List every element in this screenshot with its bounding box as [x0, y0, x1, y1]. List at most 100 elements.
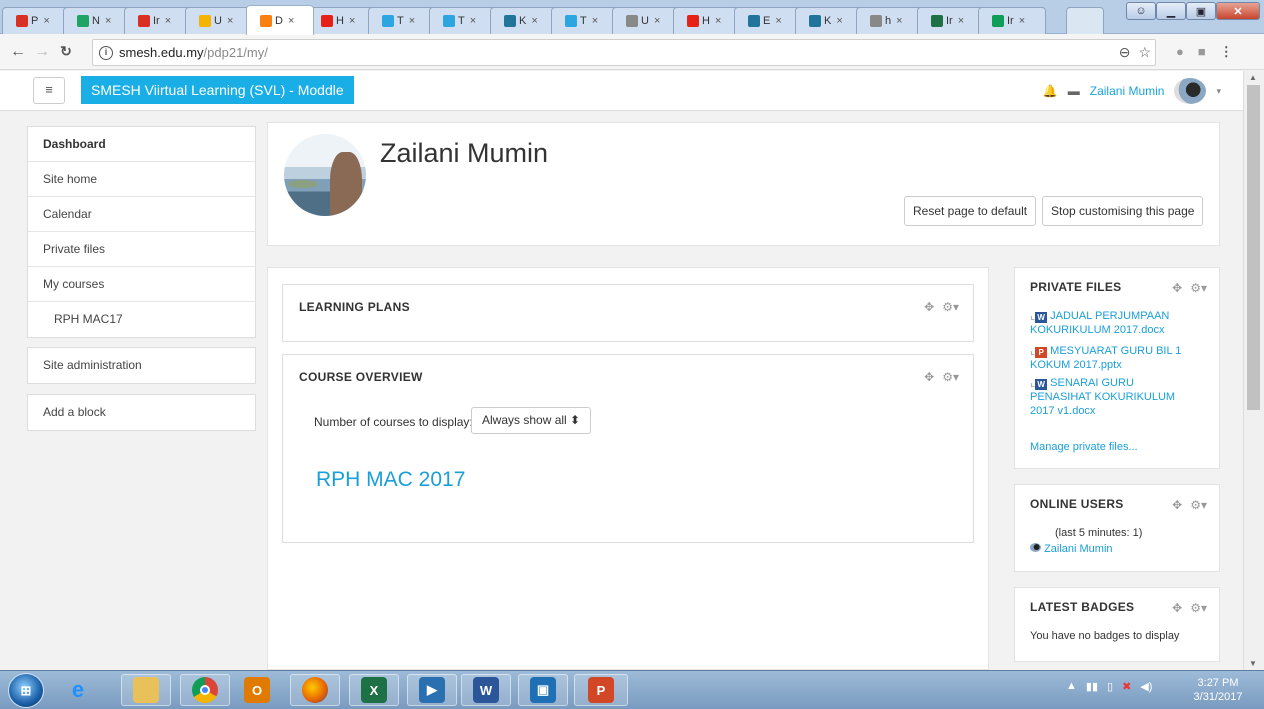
address-bar[interactable]: i smesh.edu.my/pdp21/my/ ⊖ ☆	[92, 39, 1156, 66]
extension-icon[interactable]: ●	[1176, 44, 1184, 60]
close-tab-icon[interactable]: ×	[105, 15, 111, 27]
nav-item-course[interactable]: RPH MAC17	[28, 302, 255, 337]
stop-customising-button[interactable]: Stop customising this page	[1042, 196, 1204, 226]
reset-page-button[interactable]: Reset page to default	[904, 196, 1037, 226]
close-tab-icon[interactable]: ×	[1019, 15, 1025, 27]
online-user-item[interactable]: Zailani Mumin	[1030, 543, 1113, 555]
bookmark-star-icon[interactable]: ☆	[1138, 44, 1151, 61]
new-tab-button[interactable]	[1066, 7, 1104, 34]
browser-tab[interactable]: K ×	[490, 7, 558, 34]
close-tab-icon[interactable]: ×	[227, 15, 233, 27]
browser-tab[interactable]: D ×	[246, 5, 314, 35]
browser-tab[interactable]: Ir ×	[978, 7, 1046, 34]
browser-tab[interactable]: H ×	[307, 7, 375, 34]
info-icon[interactable]: i	[99, 45, 113, 60]
browser-tab[interactable]: P ×	[2, 7, 70, 34]
taskbar-internet-explorer[interactable]: e	[53, 674, 103, 706]
close-tab-icon[interactable]: ×	[592, 15, 598, 27]
course-link[interactable]: RPH MAC 2017	[316, 468, 465, 492]
move-icon[interactable]: ✥	[924, 300, 934, 314]
move-icon[interactable]: ✥	[1172, 498, 1182, 512]
browser-tab[interactable]: T ×	[551, 7, 619, 34]
close-tab-icon[interactable]: ×	[43, 15, 49, 27]
close-tab-icon[interactable]: ×	[775, 15, 781, 27]
extension-icon[interactable]: ■	[1198, 44, 1206, 60]
zoom-icon[interactable]: ⊖	[1119, 44, 1131, 61]
profile-button[interactable]: ☺	[1126, 2, 1156, 20]
browser-tab[interactable]: T ×	[368, 7, 436, 34]
taskbar-powerpoint[interactable]: P	[574, 674, 628, 706]
close-tab-icon[interactable]: ×	[470, 15, 476, 27]
gear-icon[interactable]: ⚙▾	[1190, 281, 1207, 295]
move-icon[interactable]: ✥	[1172, 601, 1182, 615]
taskbar-word[interactable]: W	[461, 674, 511, 706]
scrollbar-thumb[interactable]	[1247, 85, 1260, 410]
taskbar-projector[interactable]: ▶	[407, 674, 457, 706]
site-brand-link[interactable]: SMESH Viirtual Learning (SVL) - Moddle	[81, 76, 354, 104]
back-arrow-icon[interactable]: ←	[6, 43, 30, 61]
page-scrollbar[interactable]: ▲ ▼	[1243, 71, 1264, 670]
browser-tab[interactable]: U ×	[612, 7, 680, 34]
close-tab-icon[interactable]: ×	[165, 15, 171, 27]
manage-private-files-link[interactable]: Manage private files...	[1030, 440, 1212, 454]
gear-icon[interactable]: ⚙▾	[1190, 601, 1207, 615]
close-tab-icon[interactable]: ×	[531, 15, 537, 27]
nav-item-dashboard[interactable]: Dashboard	[28, 127, 255, 162]
taskbar-chrome[interactable]	[180, 674, 230, 706]
profile-picture[interactable]	[284, 134, 366, 216]
notification-bell-icon[interactable]: 🔔	[1043, 84, 1058, 98]
courses-count-select[interactable]: Always show all ⬍	[471, 407, 592, 434]
nav-item-site-home[interactable]: Site home	[28, 162, 255, 197]
close-tab-icon[interactable]: ×	[836, 15, 842, 27]
browser-tab[interactable]: U ×	[185, 7, 253, 34]
caret-down-icon[interactable]: ▾	[1216, 86, 1221, 97]
scroll-up-icon[interactable]: ▲	[1249, 73, 1257, 82]
signal-icon[interactable]: ▮▮	[1086, 680, 1098, 693]
hamburger-menu-button[interactable]: ≡	[33, 77, 65, 104]
browser-tab[interactable]: H ×	[673, 7, 741, 34]
nav-item-site-administration[interactable]: Site administration	[28, 348, 255, 383]
close-window-button[interactable]: ✕	[1216, 2, 1260, 20]
browser-tab[interactable]: K ×	[795, 7, 863, 34]
maximize-button[interactable]: ▣	[1186, 2, 1216, 20]
forward-arrow-icon[interactable]: →	[30, 43, 54, 61]
browser-tab[interactable]: Ir ×	[124, 7, 192, 34]
taskbar-clock[interactable]: 3:27 PM 3/31/2017	[1183, 676, 1253, 704]
taskbar-excel[interactable]: X	[349, 674, 399, 706]
close-tab-icon[interactable]: ×	[654, 15, 660, 27]
close-tab-icon[interactable]: ×	[715, 15, 721, 27]
move-icon[interactable]: ✥	[1172, 281, 1182, 295]
file-item[interactable]: ⌞ P MESYUARAT GURU BIL 1 KOKUM 2017.pptx	[1030, 344, 1212, 372]
close-tab-icon[interactable]: ×	[349, 15, 355, 27]
user-name-link[interactable]: Zailani Mumin	[1090, 84, 1165, 98]
gear-icon[interactable]: ⚙▾	[942, 370, 959, 384]
close-tab-icon[interactable]: ×	[288, 15, 294, 27]
file-item[interactable]: ⌞ W JADUAL PERJUMPAAN KOKURIKULUM 2017.docx	[1030, 309, 1212, 337]
close-tab-icon[interactable]: ×	[958, 15, 964, 27]
nav-item-private-files[interactable]: Private files	[28, 232, 255, 267]
avatar[interactable]	[1174, 78, 1207, 104]
move-icon[interactable]: ✥	[924, 370, 934, 384]
add-a-block-link[interactable]: Add a block	[28, 395, 255, 430]
browser-tab[interactable]: T ×	[429, 7, 497, 34]
tray-expand-icon[interactable]: ▲	[1066, 680, 1077, 693]
start-button[interactable]: ⊞	[8, 673, 44, 708]
file-item[interactable]: ⌞ W SENARAI GURU PENASIHAT KOKURIKULUM 2017 …	[1030, 376, 1212, 418]
battery-icon[interactable]: ▯	[1107, 680, 1113, 693]
nav-item-my-courses[interactable]: My courses	[28, 267, 255, 302]
taskbar-firefox[interactable]	[290, 674, 340, 706]
browser-tab[interactable]: h ×	[856, 7, 924, 34]
close-tab-icon[interactable]: ×	[409, 15, 415, 27]
taskbar-video[interactable]: ▣	[518, 674, 568, 706]
taskbar-outlook[interactable]: O	[232, 674, 282, 706]
gear-icon[interactable]: ⚙▾	[942, 300, 959, 314]
browser-tab[interactable]: N ×	[63, 7, 131, 34]
minimize-button[interactable]: ▁	[1156, 2, 1186, 20]
volume-icon[interactable]: ◀)	[1140, 680, 1152, 693]
scroll-down-icon[interactable]: ▼	[1249, 659, 1257, 668]
menu-kebab-icon[interactable]: ⋮	[1220, 44, 1233, 60]
gear-icon[interactable]: ⚙▾	[1190, 498, 1207, 512]
nav-item-calendar[interactable]: Calendar	[28, 197, 255, 232]
messages-icon[interactable]: ▬	[1068, 84, 1080, 98]
browser-tab[interactable]: Ir ×	[917, 7, 985, 34]
